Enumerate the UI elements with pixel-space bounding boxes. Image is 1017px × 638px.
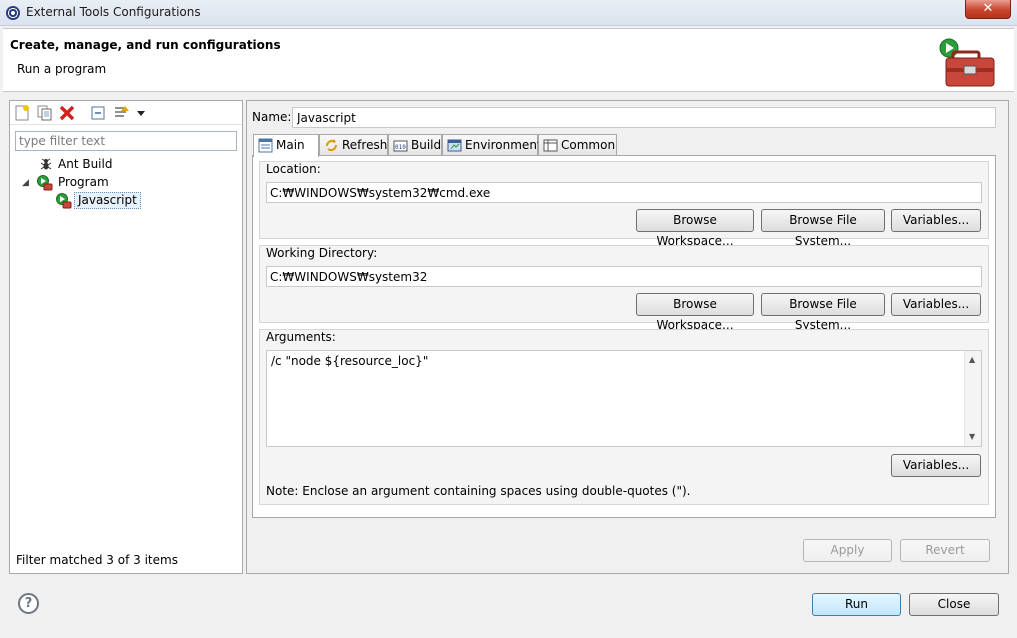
new-configuration-icon[interactable] [13, 104, 31, 122]
location-variables-button[interactable]: Variables... [891, 209, 981, 232]
filter-input[interactable] [15, 131, 237, 151]
tab-main[interactable]: Main [253, 134, 319, 157]
tab-environment[interactable]: Environment [442, 134, 542, 156]
dialog-subtitle: Run a program [17, 62, 107, 76]
tab-refresh[interactable]: Refresh [319, 134, 388, 156]
scroll-up-arrow-icon[interactable]: ▲ [969, 355, 975, 364]
arguments-variables-button[interactable]: Variables... [891, 454, 981, 477]
main-tab-icon [258, 138, 273, 153]
environment-icon [447, 139, 462, 152]
apply-button[interactable]: Apply [803, 539, 892, 562]
working-dir-browse-file-system-button[interactable]: Browse File System... [761, 293, 885, 332]
configuration-tree-pane [9, 100, 243, 574]
location-label: Location: [266, 162, 321, 176]
help-icon[interactable]: ? [18, 593, 39, 614]
refresh-icon [326, 139, 337, 151]
tab-build[interactable]: 010 Build [388, 134, 442, 156]
tab-common[interactable]: Common [538, 134, 617, 156]
location-browse-file-system-button[interactable]: Browse File System... [761, 209, 885, 248]
arguments-textarea[interactable]: /c "node ${resource_loc}" [266, 350, 982, 447]
tree-item-javascript[interactable]: Javascript [74, 192, 141, 209]
close-button[interactable]: Close [909, 593, 999, 616]
expand-arrow-icon[interactable]: ◢ [22, 178, 29, 188]
toolbox-icon [939, 38, 995, 87]
scroll-down-arrow-icon[interactable]: ▼ [969, 432, 975, 441]
run-button[interactable]: Run [812, 593, 901, 616]
working-dir-variables-button[interactable]: Variables... [891, 293, 981, 316]
toolbar-divider [10, 124, 242, 125]
build-icon: 010 [393, 140, 408, 152]
program-config-icon [56, 193, 72, 209]
working-directory-label: Working Directory: [266, 246, 378, 260]
svg-text:010: 010 [395, 144, 406, 151]
common-icon [543, 139, 558, 152]
arguments-note: Note: Enclose an argument containing spa… [266, 484, 691, 498]
dialog-title: Create, manage, and run configurations [10, 38, 281, 52]
name-field[interactable] [292, 107, 996, 128]
arguments-label: Arguments: [266, 330, 336, 344]
name-label: Name: [252, 110, 292, 124]
program-icon [37, 175, 53, 191]
tab-main-label: Main [276, 138, 305, 152]
collapse-all-icon[interactable] [89, 104, 107, 122]
location-field[interactable] [266, 182, 982, 203]
working-directory-field[interactable] [266, 266, 982, 287]
arguments-scrollbar[interactable]: ▲ ▼ [964, 351, 981, 446]
window-close-button[interactable]: ✕ [965, 0, 1011, 19]
tab-environment-label: Environment [465, 138, 542, 152]
delete-icon[interactable] [58, 104, 76, 122]
tab-build-label: Build [411, 138, 442, 152]
filter-status: Filter matched 3 of 3 items [16, 553, 178, 567]
location-browse-workspace-button[interactable]: Browse Workspace... [636, 209, 754, 248]
window-title: External Tools Configurations [26, 5, 201, 19]
tree-item-ant-build[interactable]: Ant Build [58, 157, 112, 171]
revert-button[interactable]: Revert [900, 539, 990, 562]
eclipse-icon [6, 6, 20, 20]
filter-icon[interactable] [113, 104, 131, 122]
tab-refresh-label: Refresh [342, 138, 388, 152]
working-dir-browse-workspace-button[interactable]: Browse Workspace... [636, 293, 754, 332]
tree-item-program[interactable]: Program [58, 175, 109, 189]
tab-common-label: Common [561, 138, 616, 152]
dropdown-arrow-icon[interactable] [133, 104, 151, 122]
ant-icon [40, 158, 52, 170]
duplicate-icon[interactable] [36, 104, 54, 122]
